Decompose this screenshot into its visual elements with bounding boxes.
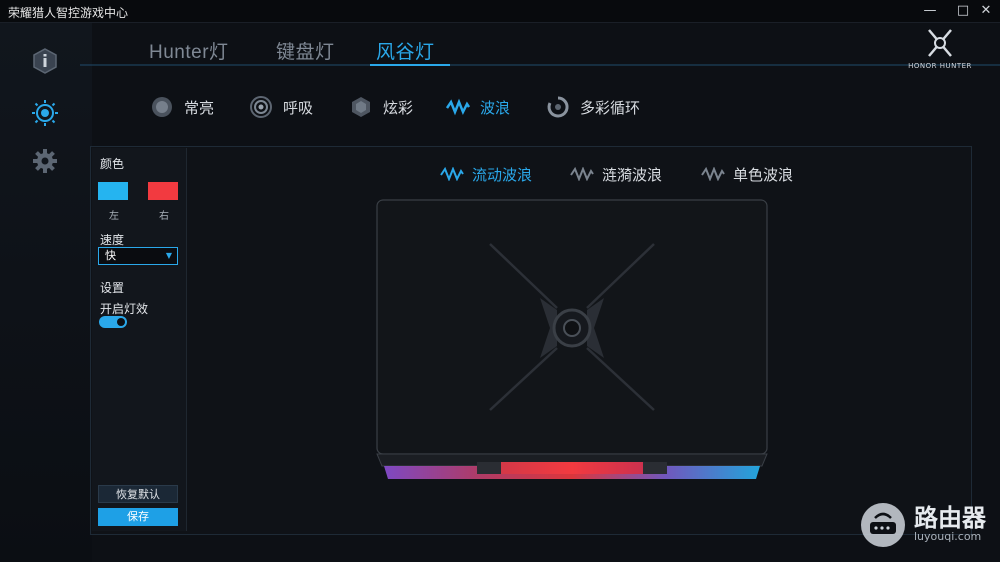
tab-vent-light[interactable]: 风谷灯 [376, 37, 435, 64]
tab-hunter-light[interactable]: Hunter灯 [149, 37, 229, 64]
toggle-knob [117, 318, 125, 326]
speed-value: 快 [105, 249, 116, 262]
tab-keyboard-light[interactable]: 键盘灯 [276, 37, 335, 64]
wave-icon [701, 167, 725, 181]
logo-text: HONOR HUNTER [908, 62, 972, 70]
left-navigation-rail [0, 23, 92, 562]
mode-breathing[interactable]: 呼吸 [249, 94, 313, 120]
submode-flowing-wave[interactable]: 流动波浪 [440, 163, 532, 185]
left-label: 左 [109, 211, 119, 222]
mode-color-cycle-label: 多彩循环 [580, 98, 641, 117]
light-effect-toggle[interactable] [99, 316, 127, 328]
mode-breathing-label: 呼吸 [283, 98, 314, 117]
save-button[interactable]: 保存 [98, 508, 178, 526]
router-logo-icon [861, 503, 905, 547]
mode-colorful[interactable]: 炫彩 [349, 94, 413, 120]
mode-colorful-label: 炫彩 [383, 98, 414, 117]
wave-icon [446, 98, 470, 116]
wave-icon [440, 167, 464, 181]
vent-light-center [492, 462, 652, 474]
info-icon[interactable] [31, 47, 59, 75]
watermark: 路由器 luyouqi.com [858, 496, 998, 556]
breathing-icon [250, 96, 272, 118]
watermark-site: luyouqi.com [914, 530, 982, 543]
gear-icon[interactable] [31, 147, 59, 175]
minimize-button[interactable]: — [916, 0, 944, 22]
speed-select[interactable]: 快 ▼ [98, 247, 178, 265]
submode-ripple-wave[interactable]: 涟漪波浪 [570, 163, 662, 185]
mode-steady[interactable]: 常亮 [150, 94, 214, 120]
lighting-icon[interactable] [31, 99, 59, 127]
left-color-swatch[interactable] [98, 182, 128, 200]
vent-right-block [643, 462, 667, 474]
light-toggle-label: 开启灯效 [100, 302, 149, 316]
wave-icon [570, 167, 594, 181]
right-color-swatch[interactable] [148, 182, 178, 200]
honor-hunter-logo-icon [928, 29, 952, 57]
chevron-down-icon: ▼ [165, 251, 172, 260]
window-title: 荣耀猎人智控游戏中心 [8, 6, 129, 20]
submode-ripple-wave-label: 涟漪波浪 [602, 165, 663, 184]
submode-mono-wave-label: 单色波浪 [733, 165, 794, 184]
speed-label: 速度 [100, 233, 125, 247]
close-button[interactable]: ✕ [972, 0, 1000, 22]
brand-logo: HONOR HUNTER [904, 28, 976, 74]
tabs-underline [80, 64, 1000, 66]
mode-color-cycle[interactable]: 多彩循环 [546, 94, 640, 120]
vent-left-block [477, 462, 501, 474]
emblem-core [563, 319, 581, 337]
mode-steady-label: 常亮 [184, 98, 215, 117]
settings-sidebar [92, 148, 187, 531]
title-bar: 荣耀猎人智控游戏中心 — □ ✕ [0, 0, 1000, 23]
color-label: 颜色 [100, 157, 125, 171]
mode-wave-label: 波浪 [480, 98, 511, 117]
submode-flowing-wave-label: 流动波浪 [472, 165, 533, 184]
laptop-preview [376, 199, 768, 479]
colorful-icon [352, 97, 370, 117]
watermark-brand: 路由器 [914, 504, 986, 532]
reset-defaults-button[interactable]: 恢复默认 [98, 485, 178, 503]
right-label: 右 [159, 211, 169, 222]
settings-label: 设置 [100, 281, 125, 295]
color-cycle-icon [547, 96, 569, 118]
steady-light-icon [152, 97, 172, 117]
submode-mono-wave[interactable]: 单色波浪 [701, 163, 793, 185]
mode-wave[interactable]: 波浪 [446, 94, 510, 120]
